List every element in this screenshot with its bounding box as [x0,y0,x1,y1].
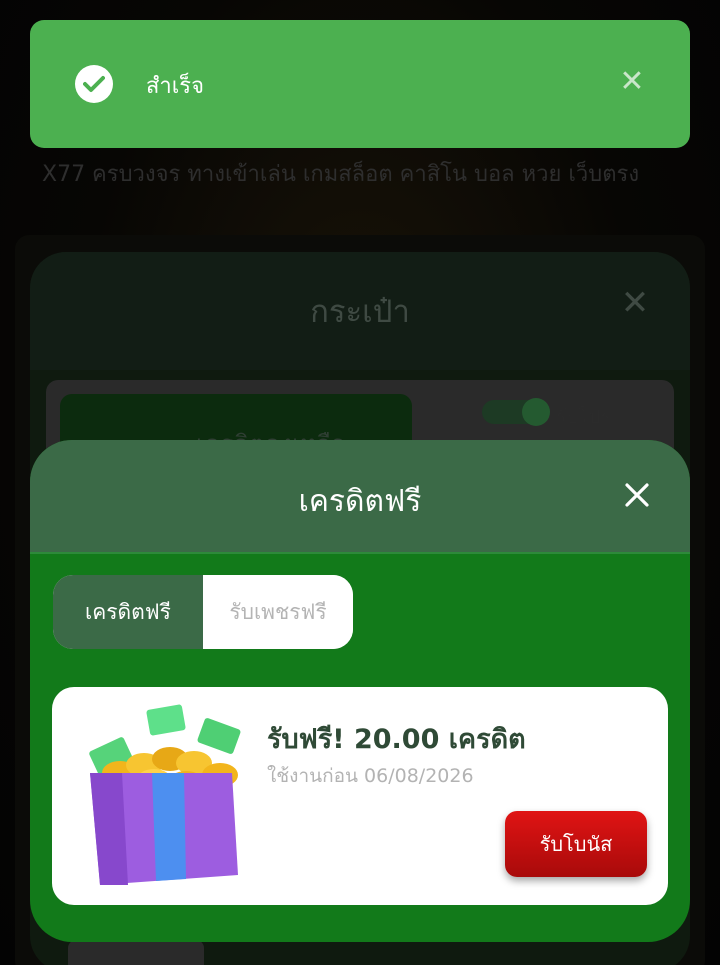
toast-message: สำเร็จ [146,74,205,99]
modal-header: เครดิตฟรี [30,440,690,554]
bonus-title: รับฟรี! 20.00 เครดิต [267,724,526,755]
free-credit-modal: เครดิตฟรี เครดิตฟรี รับเพชรฟรี รับฟรี! 2… [30,440,690,942]
wallet-close-icon[interactable]: ✕ [620,286,650,320]
tab-free-diamonds[interactable]: รับเพชรฟรี [203,575,353,649]
promo-toggle-label: รับโปร [556,406,611,428]
claim-bonus-button[interactable]: รับโบนัส [505,811,647,877]
bonus-card: รับฟรี! 20.00 เครดิต ใช้งานก่อน 06/08/20… [52,687,668,905]
background-marquee: X77 ครบวงจร ทางเข้าเล่น เกมสล็อต คาสิโน … [42,162,640,187]
success-toast: สำเร็จ ✕ [30,20,690,148]
wallet-header: กระเป๋า ✕ [30,252,690,370]
page: X77 ครบวงจร ทางเข้าเล่น เกมสล็อต คาสิโน … [0,0,720,965]
check-circle-icon [75,65,113,103]
toggle-knob [522,398,550,426]
promo-toggle[interactable] [482,398,550,426]
gift-box-icon [82,703,262,893]
modal-title: เครดิตฟรี [298,484,422,519]
tab-bar: เครดิตฟรี รับเพชรฟรี [53,575,353,649]
close-icon[interactable] [622,480,652,510]
tab-free-credit[interactable]: เครดิตฟรี [53,575,203,649]
toast-close-icon[interactable]: ✕ [618,67,646,97]
bonus-expiry: ใช้งานก่อน 06/08/2026 [267,765,474,787]
wallet-title: กระเป๋า [310,294,410,330]
wallet-bottom-item [68,940,204,965]
